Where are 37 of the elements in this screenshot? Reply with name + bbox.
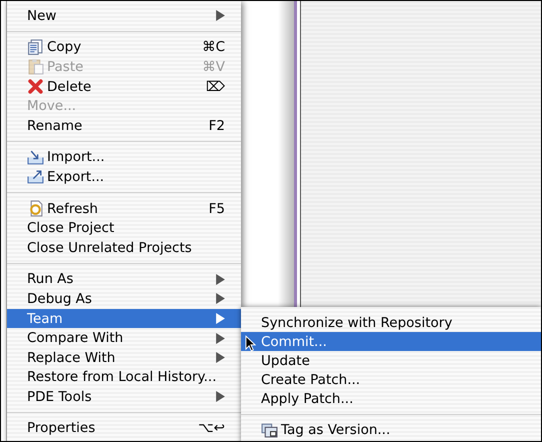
menu-item[interactable]: Update: [241, 351, 541, 370]
menu-item[interactable]: Rename F2: [7, 116, 241, 136]
shortcut-label: ⌘V: [202, 58, 225, 75]
menu-item[interactable]: Synchronize with Repository: [241, 313, 541, 332]
refresh-icon: [27, 200, 44, 218]
shortcut-label: F2: [208, 118, 225, 134]
menu-item[interactable]: Apply Patch...: [241, 389, 541, 408]
delete-icon: [27, 78, 44, 96]
clipboard-icon: [27, 58, 44, 76]
export-icon: [27, 168, 44, 186]
menu-item[interactable]: Tag as Version...: [241, 420, 541, 439]
menu-item[interactable]: Commit...: [241, 332, 541, 351]
menu-item[interactable]: Properties ⌥↩: [7, 418, 241, 438]
shortcut-label: ⌥↩: [198, 420, 225, 436]
menu-item[interactable]: Close Project: [7, 218, 241, 238]
menu-item[interactable]: Replace With: [7, 348, 241, 368]
menu-item[interactable]: Restore from Local History...: [7, 368, 241, 388]
menu-item[interactable]: Refresh F5: [7, 198, 241, 218]
menu-item[interactable]: Run As: [7, 270, 241, 290]
menu-item[interactable]: Delete ⌦: [7, 76, 241, 96]
menu-item[interactable]: PDE Tools: [7, 387, 241, 407]
mouse-pointer-icon: [245, 335, 256, 352]
menu-item[interactable]: Compare With: [7, 328, 241, 348]
menu-item[interactable]: Close Unrelated Projects: [7, 238, 241, 258]
menu-item[interactable]: Export...: [7, 167, 241, 187]
menu-item[interactable]: Copy ⌘C: [7, 38, 241, 58]
menu-item[interactable]: Debug As: [7, 289, 241, 309]
import-icon: [27, 148, 44, 166]
shortcut-label: F5: [208, 200, 225, 217]
copy-icon: [27, 38, 44, 56]
menu-item[interactable]: New: [7, 6, 241, 26]
menu-item[interactable]: Team: [7, 308, 241, 328]
tag-icon: [261, 421, 278, 438]
menu-item[interactable]: Import...: [7, 148, 241, 168]
shortcut-label: ⌦: [206, 78, 225, 95]
shortcut-label: ⌘C: [202, 39, 225, 56]
menu-item[interactable]: Create Patch...: [241, 370, 541, 389]
